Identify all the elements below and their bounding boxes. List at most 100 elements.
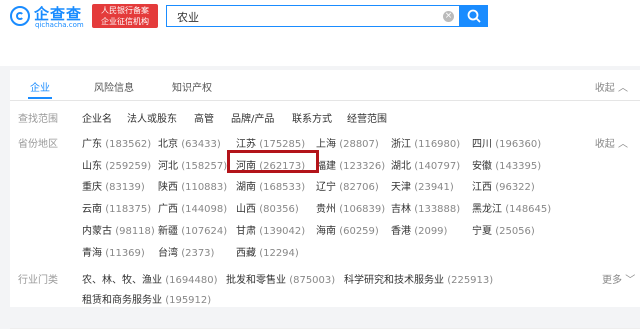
province-count: (82706) xyxy=(339,182,379,193)
province-name: 重庆 xyxy=(82,182,102,193)
logo-icon[interactable] xyxy=(10,6,30,26)
province-count: (80356) xyxy=(259,204,299,215)
industry-option[interactable]: 租赁和商务服务业 (195912) xyxy=(82,291,211,306)
province-name: 青海 xyxy=(82,248,102,259)
province-count: (196360) xyxy=(495,139,542,150)
province-name: 黑龙江 xyxy=(472,204,502,215)
filter-panel: 企业 风险信息 知识产权 收起 ︿ 查找范围 企业名 法人或股东 高管 品牌/产品 联系… xyxy=(10,70,640,329)
province-name: 陕西 xyxy=(158,182,178,193)
province-option[interactable]: 新疆 (107624) xyxy=(158,222,227,237)
province-option[interactable]: 吉林 (133888) xyxy=(391,200,460,215)
province-option[interactable]: 四川 (196360) xyxy=(472,135,541,150)
tab-ip[interactable]: 知识产权 xyxy=(172,79,212,94)
province-option[interactable]: 北京 (63433) xyxy=(158,135,221,150)
chevron-up-icon: ︿ xyxy=(618,83,628,94)
scope-option[interactable]: 经营范围 xyxy=(347,110,387,125)
province-count: (11369) xyxy=(105,248,145,259)
province-option[interactable]: 云南 (118375) xyxy=(82,200,151,215)
province-count: (175285) xyxy=(259,139,306,150)
province-count: (139042) xyxy=(259,226,306,237)
province-name: 湖南 xyxy=(236,182,256,193)
scope-option[interactable]: 高管 xyxy=(194,110,214,125)
province-option[interactable]: 福建 (123326) xyxy=(316,157,385,172)
province-option[interactable]: 江苏 (175285) xyxy=(236,135,305,150)
province-option[interactable]: 江西 (96322) xyxy=(472,178,535,193)
province-option[interactable]: 台湾 (2373) xyxy=(158,244,214,259)
province-count: (106839) xyxy=(339,204,386,215)
province-name: 北京 xyxy=(158,139,178,150)
scope-option[interactable]: 联系方式 xyxy=(292,110,332,125)
province-option[interactable]: 青海 (11369) xyxy=(82,244,145,259)
collapse-toggle[interactable]: 收起 ︿ xyxy=(595,79,628,94)
filter-tabs: 企业 风险信息 知识产权 收起 ︿ xyxy=(10,70,640,101)
province-option[interactable]: 黑龙江 (148645) xyxy=(472,200,551,215)
province-option[interactable]: 广西 (144098) xyxy=(158,200,227,215)
scope-option[interactable]: 法人或股东 xyxy=(127,110,177,125)
province-name: 广西 xyxy=(158,204,178,215)
province-count: (123326) xyxy=(339,161,386,172)
province-name: 四川 xyxy=(472,139,492,150)
badge-line-2: 企业征信机构 xyxy=(101,17,149,26)
province-collapse-label: 收起 xyxy=(594,139,615,150)
province-option[interactable]: 湖南 (168533) xyxy=(236,178,305,193)
province-option[interactable]: 重庆 (83139) xyxy=(82,178,145,193)
province-option[interactable]: 广东 (183562) xyxy=(82,135,151,150)
province-name: 甘肃 xyxy=(236,226,256,237)
tab-risk[interactable]: 风险信息 xyxy=(94,79,134,94)
province-count: (107624) xyxy=(181,226,228,237)
province-count: (2373) xyxy=(181,248,215,259)
province-option[interactable]: 天津 (23941) xyxy=(391,178,454,193)
province-option[interactable]: 香港 (2099) xyxy=(391,222,447,237)
province-count: (63433) xyxy=(181,139,221,150)
search-input[interactable]: 农业 × xyxy=(166,5,460,27)
industry-option[interactable]: 农、林、牧、渔业 (1694480) xyxy=(82,271,218,286)
industry-more[interactable]: 更多 ﹀ xyxy=(602,271,635,286)
province-option[interactable]: 安徽 (143395) xyxy=(472,157,541,172)
province-count: (118375) xyxy=(105,204,152,215)
scope-option[interactable]: 企业名 xyxy=(82,110,112,125)
province-name: 安徽 xyxy=(472,161,492,172)
province-option[interactable]: 辽宁 (82706) xyxy=(316,178,379,193)
industry-option[interactable]: 科学研究和技术服务业 (225913) xyxy=(344,271,493,286)
province-option[interactable]: 甘肃 (139042) xyxy=(236,222,305,237)
province-count: (83139) xyxy=(105,182,145,193)
province-option[interactable]: 河北 (158257) xyxy=(158,157,227,172)
province-name: 宁夏 xyxy=(472,226,492,237)
province-name: 台湾 xyxy=(158,248,178,259)
clear-icon[interactable]: × xyxy=(443,11,454,22)
province-name: 海南 xyxy=(316,226,336,237)
search-icon xyxy=(467,9,481,23)
province-option[interactable]: 山西 (80356) xyxy=(236,200,299,215)
search-value[interactable]: 农业 xyxy=(177,9,199,25)
industry-count: (225913) xyxy=(447,275,494,286)
province-option[interactable]: 浙江 (116980) xyxy=(391,135,460,150)
province-option[interactable]: 宁夏 (25056) xyxy=(472,222,535,237)
industry-option[interactable]: 批发和零售业 (875003) xyxy=(226,271,335,286)
province-name: 广东 xyxy=(82,139,102,150)
province-option[interactable]: 海南 (60259) xyxy=(316,222,379,237)
industry-count: (875003) xyxy=(289,275,336,286)
previous-results-strip xyxy=(0,32,640,66)
industry-count: (1694480) xyxy=(165,275,218,286)
province-collapse[interactable]: 收起 ︿ xyxy=(595,135,628,150)
province-option[interactable]: 上海 (28807) xyxy=(316,135,379,150)
province-count: (110883) xyxy=(181,182,228,193)
province-count: (158257) xyxy=(181,161,228,172)
province-count: (2099) xyxy=(414,226,448,237)
province-option[interactable]: 西藏 (12294) xyxy=(236,244,299,259)
search-button[interactable] xyxy=(460,5,488,27)
province-count: (168533) xyxy=(259,182,306,193)
province-name: 新疆 xyxy=(158,226,178,237)
tab-company[interactable]: 企业 xyxy=(30,79,50,94)
province-name: 山东 xyxy=(82,161,102,172)
province-option[interactable]: 贵州 (106839) xyxy=(316,200,385,215)
scope-label: 查找范围 xyxy=(18,114,58,125)
province-option[interactable]: 陕西 (110883) xyxy=(158,178,227,193)
industry-name: 农、林、牧、渔业 xyxy=(82,275,162,286)
province-option[interactable]: 山东 (259259) xyxy=(82,157,151,172)
industry-name: 租赁和商务服务业 xyxy=(82,295,162,306)
industry-name: 科学研究和技术服务业 xyxy=(344,275,444,286)
province-option[interactable]: 内蒙古 (98118) xyxy=(82,222,155,237)
province-option[interactable]: 湖北 (140797) xyxy=(391,157,460,172)
scope-option[interactable]: 品牌/产品 xyxy=(231,110,274,125)
